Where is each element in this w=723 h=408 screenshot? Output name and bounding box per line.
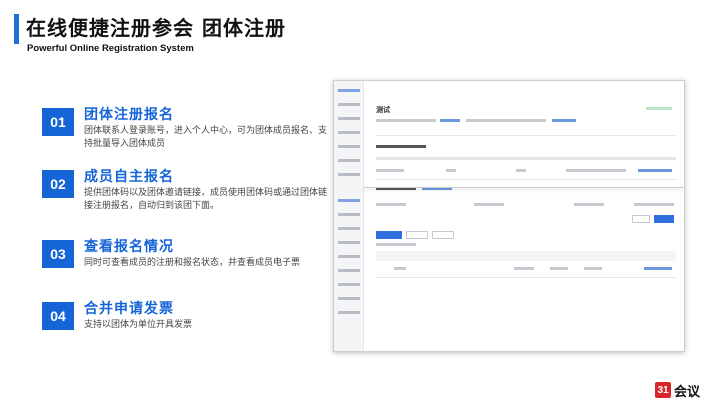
feature-title: 合并申请发票 bbox=[84, 301, 174, 317]
preview-cell bbox=[394, 267, 406, 270]
preview-selection-count bbox=[376, 243, 416, 246]
preview-sidebar-item bbox=[338, 269, 360, 272]
feature-invoice: 04 合并申请发票 支持以团体为单位开具发票 bbox=[42, 298, 332, 338]
feature-title: 成员自主报名 bbox=[84, 169, 174, 185]
feature-self-registration: 02 成员自主报名 提供团体码以及团体邀请链接，成员使用团体码或通过团体链接注册… bbox=[42, 166, 332, 216]
page-title: 在线便捷注册参会 团体注册 bbox=[26, 16, 286, 40]
preview-register-button bbox=[376, 231, 402, 239]
preview-sidebar-item bbox=[338, 255, 360, 258]
feature-number: 02 bbox=[42, 170, 74, 198]
preview-overlay-edge bbox=[364, 187, 684, 188]
preview-sidebar-item bbox=[338, 103, 360, 106]
preview-group-detail: 测试 bbox=[376, 95, 676, 195]
preview-filter-label bbox=[634, 203, 674, 206]
preview-reset-button bbox=[632, 215, 650, 223]
preview-cell bbox=[584, 267, 602, 270]
preview-sidebar-item bbox=[338, 159, 360, 162]
preview-text-line bbox=[466, 119, 546, 122]
preview-main: 测试 bbox=[364, 81, 684, 351]
preview-cell bbox=[550, 267, 568, 270]
preview-sidebar-item bbox=[338, 227, 360, 230]
feature-title: 查看报名情况 bbox=[84, 239, 174, 255]
preview-sidebar-item bbox=[338, 241, 360, 244]
feature-description: 提供团体码以及团体邀请链接，成员使用团体码或通过团体链接注册报名，自动归到该团下… bbox=[84, 188, 328, 211]
preview-sidebar-item bbox=[338, 199, 360, 202]
preview-sidebar-item bbox=[338, 311, 360, 314]
preview-cell bbox=[516, 169, 526, 172]
feature-description: 同时可查看成员的注册和报名状态，并查看成员电子票 bbox=[84, 258, 301, 268]
page-subtitle: Powerful Online Registration System bbox=[27, 43, 194, 54]
preview-link bbox=[552, 119, 576, 122]
preview-import-button bbox=[406, 231, 428, 239]
preview-sidebar-item bbox=[338, 173, 360, 176]
feature-title: 团体注册报名 bbox=[84, 107, 174, 123]
preview-export-button bbox=[432, 231, 454, 239]
preview-text-line bbox=[376, 119, 436, 122]
feature-group-registration: 01 团体注册报名 团体联系人登录账号，进入个人中心，可为团体成员报名、支持批量… bbox=[42, 104, 332, 154]
preview-cell bbox=[514, 267, 534, 270]
preview-status-badge bbox=[646, 107, 672, 110]
logo-text: 会议 bbox=[674, 384, 701, 400]
preview-sidebar-item bbox=[338, 145, 360, 148]
preview-sidebar bbox=[334, 81, 364, 351]
preview-sidebar-item bbox=[338, 89, 360, 92]
screenshot-preview: 测试 bbox=[333, 80, 685, 352]
preview-divider bbox=[376, 179, 676, 180]
feature-description: 支持以团体为单位开具发票 bbox=[84, 320, 193, 330]
feature-number: 03 bbox=[42, 240, 74, 268]
preview-sidebar-item bbox=[338, 213, 360, 216]
preview-members-table-header bbox=[376, 251, 676, 261]
preview-link bbox=[440, 119, 460, 122]
brand-logo: 31 会议 bbox=[655, 382, 701, 400]
feature-number: 04 bbox=[42, 302, 74, 330]
preview-cell bbox=[566, 169, 626, 172]
preview-sidebar-item bbox=[338, 297, 360, 300]
preview-filter-label bbox=[574, 203, 604, 206]
preview-divider bbox=[376, 277, 676, 278]
title-accent-bar bbox=[14, 14, 19, 44]
preview-search-button bbox=[654, 215, 674, 223]
feature-description: 团体联系人登录账号，进入个人中心，可为团体成员报名、支持批量导入团体成员 bbox=[84, 126, 328, 149]
preview-filter-label bbox=[376, 203, 406, 206]
preview-filter-label bbox=[474, 203, 504, 206]
preview-link bbox=[638, 169, 672, 172]
preview-divider bbox=[376, 135, 676, 136]
preview-panel-title: 测试 bbox=[376, 106, 390, 114]
feature-view-status: 03 查看报名情况 同时可查看成员的注册和报名状态，并查看成员电子票 bbox=[42, 236, 332, 286]
preview-cell bbox=[376, 169, 404, 172]
feature-number: 01 bbox=[42, 108, 74, 136]
preview-sidebar-item bbox=[338, 117, 360, 120]
preview-section-heading bbox=[376, 145, 426, 148]
preview-cell bbox=[446, 169, 456, 172]
preview-link bbox=[644, 267, 672, 270]
logo-mark: 31 bbox=[655, 382, 671, 398]
preview-table-header bbox=[376, 157, 676, 160]
preview-sidebar-item bbox=[338, 283, 360, 286]
preview-sidebar-item bbox=[338, 131, 360, 134]
